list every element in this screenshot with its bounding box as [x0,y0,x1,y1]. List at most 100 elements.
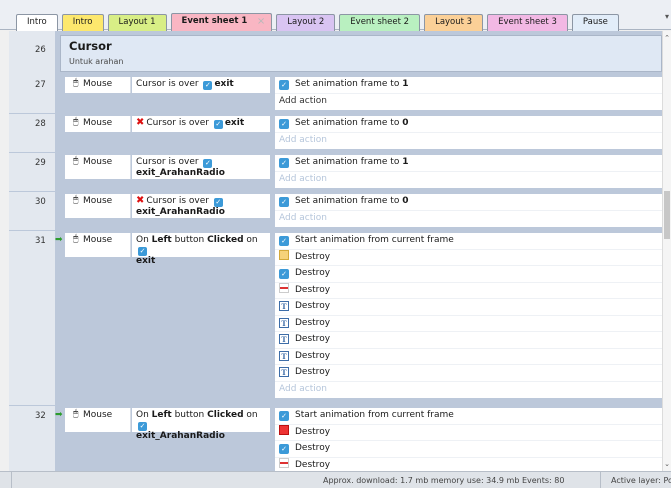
condition-text[interactable]: Cursor is over ✓ exit_ArahanRadio [132,155,270,179]
condition-object[interactable]: 🖱 Mouse [65,77,131,93]
tab-layout-3[interactable]: Layout 3 [424,14,484,31]
condition-text-part: On [136,410,152,420]
add-action-button[interactable]: Add action [275,171,662,188]
condition-object[interactable]: 🖱 Mouse [65,155,131,179]
action-row[interactable]: Destroy [275,249,662,266]
system-object-icon: ✓ [279,158,289,168]
event-row[interactable]: 32 ➡ 🖱 Mouse On Left button Clicked on ✓ exit… [9,406,662,471]
action-text: Destroy [295,268,331,278]
condition[interactable]: 🖱 Mouse Cursor is over ✓ exit_ArahanRadio [65,155,270,179]
system-object-icon: ✓ [279,80,289,90]
event-number: 32 [35,411,46,421]
condition-object[interactable]: 🖱 Mouse [65,233,131,257]
condition-param: exit_ArahanRadio [136,431,225,441]
condition[interactable]: 🖱 Mouse Cursor is over ✓ exit [65,77,270,93]
action-text: Destroy [295,459,331,470]
actions-list: ✓ Set animation frame to 0 Add action [275,116,662,149]
condition-text[interactable]: Cursor is over ✓ exit [132,77,270,93]
tab-layout-2[interactable]: Layout 2 [276,14,336,31]
condition-text-part: Cursor is over [146,196,212,206]
action-row[interactable]: T Destroy [275,332,662,349]
condition-object[interactable]: 🖱 Mouse [65,408,131,432]
condition-param: Left [151,235,172,245]
add-action-button[interactable]: Add action [275,93,662,110]
tab-event-sheet-1[interactable]: Event sheet 1 × [170,13,273,31]
event-number: 27 [35,80,46,90]
group-header[interactable]: Cursor Untuk arahan [60,35,662,72]
condition[interactable]: 🖱 Mouse On Left button Clicked on ✓ exit [65,233,270,266]
object-icon: ✓ [213,198,223,207]
action-param: 0 [402,118,409,128]
tab-intro[interactable]: Intro [61,14,104,31]
condition-object[interactable]: 🖱 Mouse [65,116,131,132]
actions-list: ✓ Set animation frame to 0 Add action [275,194,662,227]
action-row[interactable]: T Destroy [275,365,662,382]
text-object-icon: T [279,350,289,361]
event-group[interactable]: 26 Cursor Untuk arahan [9,31,662,75]
condition-text[interactable]: ✖ Cursor is over ✓ exit [132,116,270,132]
condition-object-label: Mouse [83,196,113,206]
scroll-up-icon[interactable]: ⌃ [663,33,671,43]
event-number: 26 [35,45,46,55]
add-action-button[interactable]: Add action [275,132,662,149]
event-row[interactable]: 31 ➡ 🖱 Mouse On Left button Clicked on ✓ exit… [9,231,662,405]
scroll-down-icon[interactable]: ⌄ [663,459,671,469]
event-row[interactable]: 30 🖱 Mouse ✖ Cursor is over ✓ exit_ArahanRadi… [9,192,662,230]
tab-label: Event sheet 2 [350,17,410,27]
event-number-gutter: 27 [9,75,55,113]
event-row[interactable]: 28 🖱 Mouse ✖ Cursor is over ✓ exit ✓ Set animat… [9,114,662,152]
condition-text[interactable]: On Left button Clicked on ✓ exit [132,233,270,266]
event-row[interactable]: 27 🖱 Mouse Cursor is over ✓ exit ✓ Set animati… [9,75,662,113]
tab-event-sheet-3[interactable]: Event sheet 3 [487,14,568,31]
action-row[interactable]: ✓ Set animation frame to 0 [275,194,662,211]
action-row[interactable]: ✓ Start animation from current frame [275,233,662,250]
tab-label: Layout 1 [118,17,156,27]
action-row[interactable]: Destroy [275,282,662,299]
action-row[interactable]: Destroy [275,457,662,471]
action-row[interactable]: Destroy [275,424,662,441]
condition[interactable]: 🖱 Mouse On Left button Clicked on ✓ exit_Ar… [65,408,270,441]
tab-layout-1[interactable]: Layout 1 [107,14,167,31]
tab-event-sheet-2[interactable]: Event sheet 2 [339,14,421,31]
action-row[interactable]: ✓ Start animation from current frame [275,408,662,425]
tab-intro[interactable]: Intro [16,14,58,31]
condition-text[interactable]: On Left button Clicked on ✓ exit_ArahanRa… [132,408,270,441]
condition-param: exit_ArahanRadio [136,168,225,178]
action-row[interactable]: ✓ Destroy [275,441,662,458]
action-row[interactable]: ✓ Set animation frame to 1 [275,155,662,172]
action-row[interactable]: ✓ Set animation frame to 1 [275,77,662,94]
scroll-thumb[interactable] [664,191,670,239]
action-text: Destroy [295,367,331,377]
group-description: Untuk arahan [69,57,124,66]
action-row[interactable]: T Destroy [275,348,662,365]
condition[interactable]: 🖱 Mouse ✖ Cursor is over ✓ exit_ArahanRadio [65,194,270,218]
condition-text-part: Cursor is over [136,79,202,89]
add-action-button[interactable]: Add action [275,210,662,227]
action-row[interactable]: T Destroy [275,299,662,316]
tab-label: Layout 3 [435,17,473,27]
action-row[interactable]: T Destroy [275,315,662,332]
event-number: 31 [35,236,46,246]
tab-menu-chevron-icon[interactable]: ▾ [665,12,669,21]
vertical-scrollbar[interactable]: ⌃ ⌄ [662,31,671,471]
action-text: Destroy [295,251,331,262]
close-icon[interactable]: × [257,14,265,29]
document-object-icon [279,424,289,435]
condition-object[interactable]: 🖱 Mouse [65,194,131,218]
event-sheet[interactable]: 26 Cursor Untuk arahan 27 🖱 Mouse Cursor is ov… [9,31,662,471]
condition-text-part: button [171,410,208,420]
condition-text[interactable]: ✖ Cursor is over ✓ exit_ArahanRadio [132,194,270,218]
action-text: Set animation frame to [295,196,403,206]
action-text: Destroy [295,301,331,311]
condition-object-label: Mouse [83,157,113,167]
action-row[interactable]: ✓ Destroy [275,266,662,283]
add-action-button[interactable]: Add action [275,381,662,398]
event-row[interactable]: 29 🖱 Mouse Cursor is over ✓ exit_ArahanRadio… [9,153,662,191]
condition[interactable]: 🖱 Mouse ✖ Cursor is over ✓ exit [65,116,270,132]
tab-pause[interactable]: Pause [571,14,619,31]
condition-param: Clicked [207,235,244,245]
system-object-icon: ✓ [279,411,289,421]
action-row[interactable]: ✓ Set animation frame to 0 [275,116,662,133]
status-info: Approx. download: 1.7 mb memory use: 34.… [323,476,565,485]
system-object-icon: ✓ [279,119,289,129]
